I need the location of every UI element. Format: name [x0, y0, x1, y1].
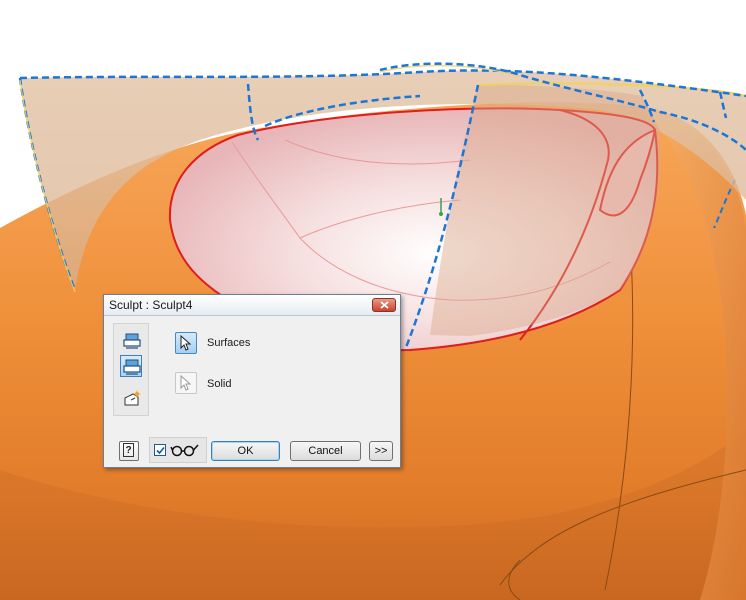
help-icon: ? — [123, 443, 134, 457]
close-icon — [380, 301, 389, 309]
checkmark-icon — [156, 446, 165, 455]
selection-tools — [113, 323, 149, 416]
glasses-icon — [170, 444, 199, 457]
dialog-button-bar: ? OK Cancel >> — [104, 429, 400, 469]
bodies-tool-button[interactable] — [120, 329, 142, 351]
help-button[interactable]: ? — [119, 441, 139, 461]
more-button[interactable]: >> — [369, 441, 393, 461]
dialog-titlebar[interactable]: Sculpt : Sculpt4 — [104, 295, 400, 316]
surfaces-label: Surfaces — [207, 337, 251, 349]
solid-option-button[interactable] — [175, 372, 197, 394]
cursor-arrow-icon — [180, 335, 192, 351]
close-button[interactable] — [372, 298, 396, 312]
cancel-button[interactable]: Cancel — [290, 441, 361, 461]
cursor-arrow-icon — [180, 375, 192, 391]
preview-checkbox[interactable] — [154, 444, 166, 456]
solid-tool-button[interactable] — [120, 355, 142, 377]
solid-label: Solid — [207, 378, 232, 390]
side-operation-icon — [124, 390, 141, 406]
solid-tool-icon — [123, 359, 141, 375]
surfaces-option-button[interactable] — [175, 332, 197, 354]
bodies-tool-icon — [123, 333, 141, 349]
preview-group — [149, 437, 207, 463]
sculpt-dialog: Sculpt : Sculpt4 Surfaces Solid ? OK Can… — [103, 294, 401, 468]
ok-button[interactable]: OK — [211, 441, 280, 461]
side-operation-button[interactable] — [120, 387, 142, 409]
dialog-title: Sculpt : Sculpt4 — [109, 298, 193, 312]
